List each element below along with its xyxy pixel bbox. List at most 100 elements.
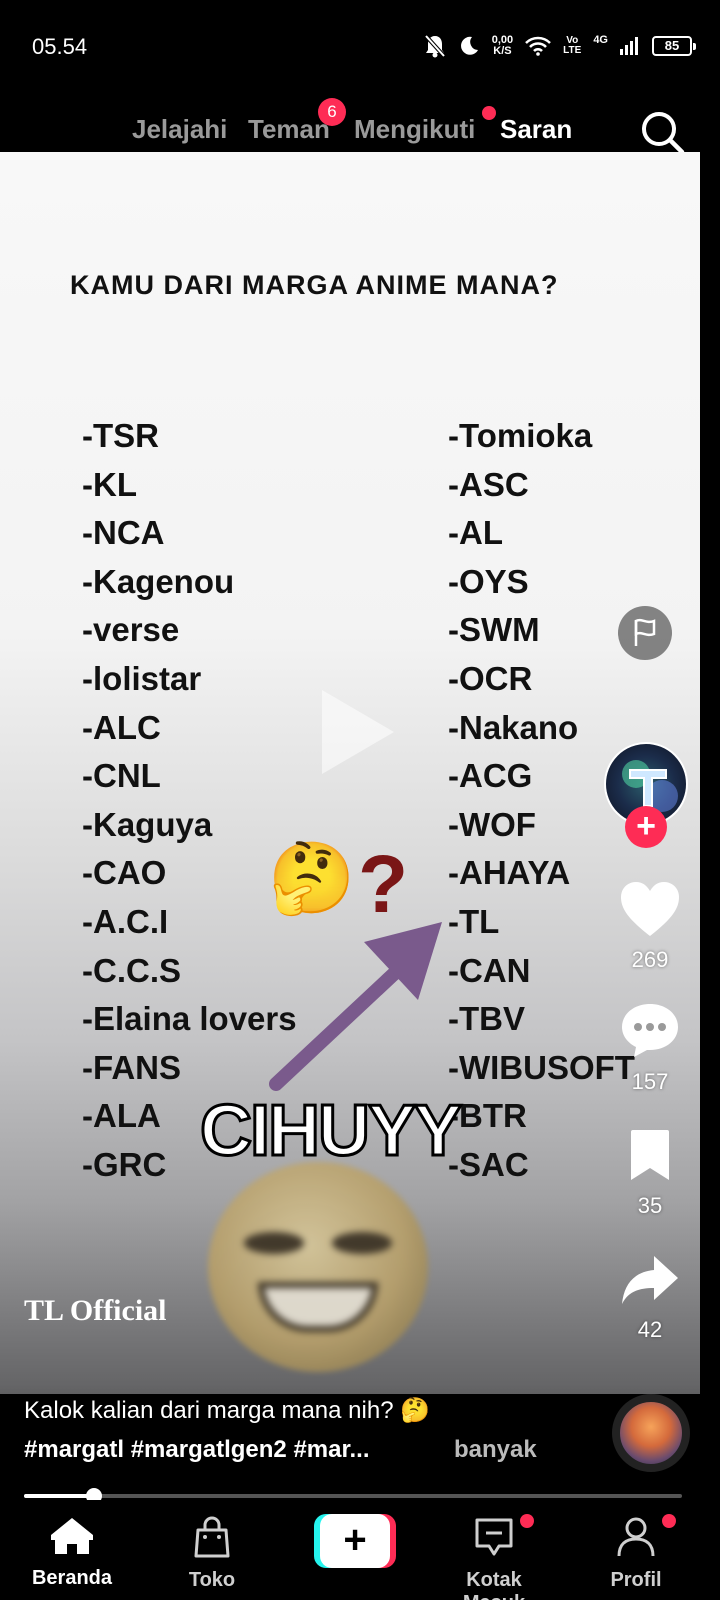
list-item: -NCA: [82, 514, 165, 552]
wifi-icon: [525, 36, 552, 56]
shopping-bag-icon: [194, 1516, 230, 1558]
nav-label: Profil: [610, 1569, 662, 1591]
list-item: -SWM: [448, 611, 540, 649]
meme-face-image: [208, 1162, 428, 1372]
meme-mouth: [258, 1282, 378, 1332]
home-icon: [51, 1518, 93, 1554]
meme-eye: [244, 1232, 304, 1254]
caption-text: Kalok kalian dari marga mana nih? 🤔: [24, 1397, 431, 1424]
volte-indicator: Vo LTE: [563, 36, 581, 56]
list-item: -A.C.I: [82, 902, 169, 940]
mute-bell-icon: [424, 34, 446, 58]
caption-area: Kalok kalian dari marga mana nih? 🤔 #mar…: [0, 1394, 720, 1500]
nav-kotak-masuk[interactable]: Kotak Masuk: [434, 1516, 554, 1600]
arrow-graphic: [269, 922, 442, 1091]
plus-icon: +: [320, 1514, 390, 1568]
inbox-notification-dot: [520, 1514, 534, 1528]
share-button[interactable]: 42: [610, 1252, 690, 1343]
video-edge: [700, 152, 720, 1498]
list-item: -ALC: [82, 708, 161, 746]
list-item: -CAN: [448, 951, 531, 989]
list-item: -KL: [82, 465, 137, 503]
bookmark-count: 35: [637, 1193, 663, 1218]
author-name[interactable]: TL Official: [24, 1294, 167, 1328]
tab-teman[interactable]: Teman: [248, 114, 330, 145]
share-count: 42: [637, 1317, 663, 1342]
list-item: -WIBUSOFT: [448, 1048, 635, 1086]
nav-label: Toko: [188, 1569, 236, 1591]
nav-profil[interactable]: Profil: [576, 1516, 696, 1592]
comment-count: 157: [631, 1069, 669, 1094]
search-icon[interactable]: [638, 108, 688, 158]
battery-level: 85: [664, 38, 680, 53]
net-speed: 0,00 K/S: [492, 35, 513, 57]
list-item: -SAC: [448, 1145, 529, 1183]
meme-eye: [332, 1232, 392, 1254]
nav-beranda[interactable]: Beranda: [12, 1516, 132, 1590]
mengikuti-dot: [482, 106, 496, 120]
create-button[interactable]: +: [314, 1514, 396, 1568]
list-item: -AL: [448, 514, 503, 552]
list-item: -TSR: [82, 417, 159, 454]
top-nav: Jelajahi Teman 6 Mengikuti Saran: [0, 96, 720, 171]
list-item: -Elaina lovers: [82, 1000, 297, 1038]
play-icon[interactable]: [322, 690, 394, 774]
inbox-icon: [475, 1518, 513, 1556]
list-item: -WOF: [448, 805, 536, 843]
share-icon: [622, 1256, 678, 1304]
list-item: -C.C.S: [82, 951, 181, 989]
list-item: -CNL: [82, 757, 161, 795]
hashtags[interactable]: #margatl #margatlgen2 #mar...: [24, 1436, 370, 1464]
tab-saran[interactable]: Saran: [500, 114, 572, 145]
list-item: -ASC: [448, 465, 529, 503]
like-button[interactable]: 269: [610, 880, 690, 973]
more-link[interactable]: banyak: [454, 1436, 537, 1464]
list-item: -TL: [448, 902, 500, 940]
tab-mengikuti[interactable]: Mengikuti: [354, 114, 475, 145]
profile-icon: [617, 1517, 655, 1557]
nav-label: Beranda: [31, 1567, 113, 1589]
moon-icon: [460, 36, 478, 55]
list-item: -FANS: [82, 1048, 181, 1086]
heart-icon: [621, 882, 679, 936]
list-item: -lolistar: [82, 659, 202, 697]
list-item: -OCR: [448, 659, 533, 697]
list-item: -verse: [82, 611, 180, 649]
list-item: -Nakano: [448, 708, 579, 746]
nav-toko[interactable]: Toko: [152, 1516, 272, 1592]
status-time: 05.54: [32, 34, 88, 59]
volte-bottom: LTE: [563, 45, 582, 56]
question-mark: ?: [358, 839, 409, 930]
comment-button[interactable]: 157: [610, 1000, 690, 1095]
battery-icon: 85: [652, 36, 696, 56]
list-item: -Tomioka: [448, 417, 593, 454]
flag-icon: [634, 618, 656, 646]
list-item: -Kagenou: [82, 562, 235, 600]
music-disc[interactable]: [612, 1394, 690, 1472]
list-item: -BTR: [448, 1097, 527, 1135]
net-speed-unit: K/S: [493, 45, 512, 57]
progress-fill: [24, 1494, 95, 1498]
report-button[interactable]: [618, 606, 672, 660]
bookmark-icon: [631, 1130, 669, 1180]
signal-icon: [620, 37, 638, 55]
status-bar: 05.54 0,00 K/S Vo LTE 4G 85: [0, 0, 720, 96]
list-item: -TBV: [448, 1000, 525, 1038]
status-icons: 0,00 K/S Vo LTE 4G 85: [424, 30, 696, 62]
bookmark-button[interactable]: 35: [610, 1128, 690, 1219]
list-item: -CAO: [82, 854, 167, 892]
list-item: -Kaguya: [82, 805, 213, 843]
tab-jelajahi[interactable]: Jelajahi: [132, 114, 227, 145]
clan-list-left: -TSR -KL -NCA -Kagenou -verse -lolistar …: [82, 412, 297, 1190]
progress-bar[interactable]: [24, 1488, 682, 1504]
video-title-text: KAMU DARI MARGA ANIME MANA?: [70, 270, 559, 300]
teman-badge: 6: [318, 98, 346, 126]
overlay-caption: CIHUYY: [198, 1090, 463, 1173]
list-item: -AHAYA: [448, 854, 571, 892]
like-count: 269: [631, 947, 669, 972]
thinking-emoji: 🤔: [268, 839, 356, 917]
comment-icon: [622, 1004, 678, 1057]
nav-label: Kotak Masuk: [463, 1569, 525, 1600]
list-item: -OYS: [448, 562, 529, 600]
follow-button[interactable]: +: [625, 806, 667, 848]
